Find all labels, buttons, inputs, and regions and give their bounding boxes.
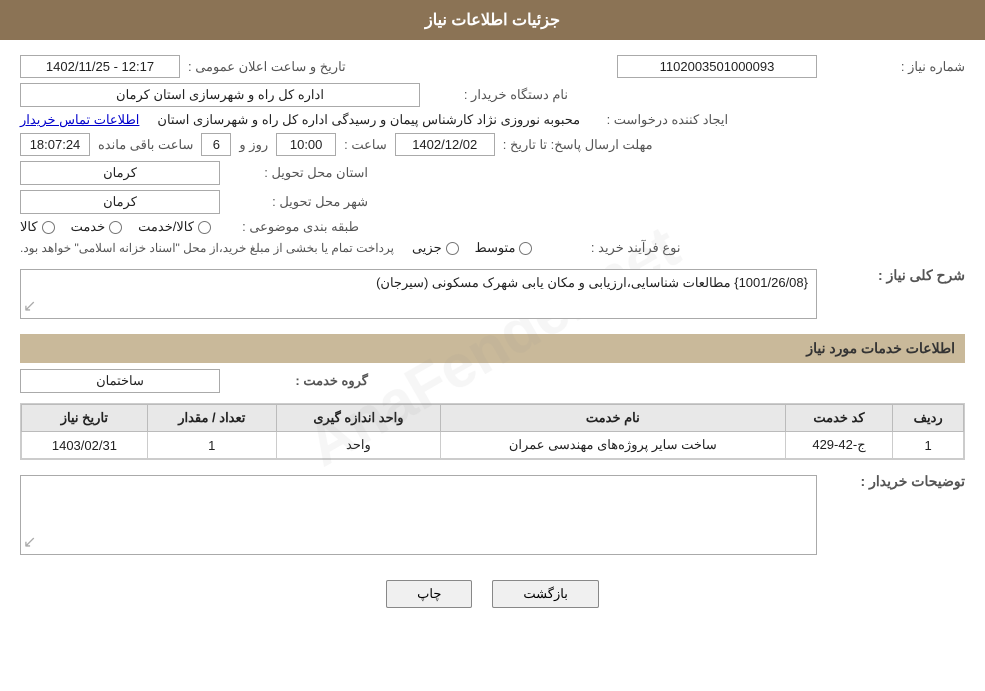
th-count: تعداد / مقدار	[147, 405, 276, 432]
ijad-label: ایجاد کننده درخواست :	[588, 112, 728, 128]
radio-motavaset[interactable]: متوسط	[475, 240, 533, 256]
page-title: جزئیات اطلاعات نیاز	[425, 12, 560, 29]
mohlat-rooz-label: روز و	[239, 137, 268, 153]
cell-code: ج-42-429	[785, 432, 893, 459]
radio-kala-input[interactable]	[42, 221, 55, 234]
mohlat-date: 1402/12/02	[395, 133, 495, 156]
cell-name: ساخت سایر پروژه‌های مهندسی عمران	[441, 432, 786, 459]
cell-radif: 1	[893, 432, 964, 459]
tarikh-elaan-label: تاریخ و ساعت اعلان عمومی :	[188, 59, 346, 75]
cell-date: 1403/02/31	[22, 432, 148, 459]
shomara-niaz-label: شماره نیاز :	[825, 59, 965, 75]
table-row: 1 ج-42-429 ساخت سایر پروژه‌های مهندسی عم…	[22, 432, 964, 459]
cell-count: 1	[147, 432, 276, 459]
farayand-radio-group: متوسط جزیی	[412, 240, 533, 256]
tozihat-value-box[interactable]	[20, 475, 817, 555]
sharh-label: شرح کلی نیاز :	[825, 264, 965, 284]
ijad-value: محبوبه نوروزی نژاد کارشناس پیمان و رسیدگ…	[157, 112, 580, 128]
tabaqe-label: طبقه بندی موضوعی :	[219, 219, 359, 235]
khedmat-label: خدمت	[71, 219, 106, 235]
page-header: جزئیات اطلاعات نیاز	[0, 0, 985, 40]
radio-khedmat[interactable]: خدمت	[71, 219, 123, 235]
th-date: تاریخ نیاز	[22, 405, 148, 432]
radio-jozee-input[interactable]	[446, 242, 459, 255]
ostan-tahvil-label: استان محل تحویل :	[228, 165, 368, 181]
tozihat-label: توضیحات خریدار :	[825, 470, 965, 490]
section2-title: اطلاعات خدمات مورد نیاز	[20, 334, 965, 363]
kala-label: کالا	[20, 219, 38, 235]
shahr-tahvil-label: شهر محل تحویل :	[228, 194, 368, 210]
th-radif: ردیف	[893, 405, 964, 432]
tabaqe-radio-group: کالا/خدمت خدمت کالا	[20, 219, 211, 235]
nam-dastgah-label: نام دستگاه خریدار :	[428, 87, 568, 103]
th-name: نام خدمت	[441, 405, 786, 432]
btn-bazgasht[interactable]: بازگشت	[492, 580, 598, 608]
mohlat-rooz: 6	[201, 133, 231, 156]
sharh-value: {1001/26/08} مطالعات شناسایی،ارزیابی و م…	[376, 275, 808, 290]
grooh-khedmat-label: گروه خدمت :	[228, 373, 368, 389]
button-row: بازگشت چاپ	[20, 580, 965, 608]
grooh-khedmat-value: ساختمان	[20, 369, 220, 393]
cell-unit: واحد	[276, 432, 440, 459]
th-unit: واحد اندازه گیری	[276, 405, 440, 432]
radio-kala[interactable]: کالا	[20, 219, 55, 235]
nam-dastgah-value: اداره کل راه و شهرسازی استان کرمان	[20, 83, 420, 107]
shomara-niaz-value: 1102003501000093	[617, 55, 817, 78]
shahr-tahvil-value: کرمان	[20, 190, 220, 214]
bardakht-label: پرداخت تمام یا بخشی از مبلغ خرید،از محل …	[20, 241, 394, 255]
mohlat-label: مهلت ارسال پاسخ: تا تاریخ :	[503, 137, 653, 153]
ostan-tahvil-value: کرمان	[20, 161, 220, 185]
radio-jozee[interactable]: جزیی	[412, 240, 459, 256]
nooe-farayand-label: نوع فرآیند خرید :	[540, 240, 680, 256]
radio-kala-khedmat[interactable]: کالا/خدمت	[138, 219, 211, 235]
th-code: کد خدمت	[785, 405, 893, 432]
sharh-value-box: {1001/26/08} مطالعات شناسایی،ارزیابی و م…	[20, 269, 817, 319]
tarikh-elaan-value: 1402/11/25 - 12:17	[20, 55, 180, 78]
mohlat-remaining: 18:07:24	[20, 133, 90, 156]
radio-motavaset-input[interactable]	[519, 242, 532, 255]
btn-chap[interactable]: چاپ	[386, 580, 472, 608]
services-table: ردیف کد خدمت نام خدمت واحد اندازه گیری ت…	[20, 403, 965, 460]
kala-khedmat-label: کالا/خدمت	[138, 219, 194, 235]
mohlat-saat-label: ساعت :	[344, 137, 387, 153]
jozee-label: جزیی	[412, 240, 442, 256]
radio-khedmat-input[interactable]	[109, 221, 122, 234]
mohlat-saat: 10:00	[276, 133, 336, 156]
radio-kala-khedmat-input[interactable]	[198, 221, 211, 234]
ijad-link[interactable]: اطلاعات تماس خریدار	[20, 112, 139, 128]
mohlat-remaining-label: ساعت باقی مانده	[98, 137, 193, 153]
motavaset-label: متوسط	[475, 240, 516, 256]
